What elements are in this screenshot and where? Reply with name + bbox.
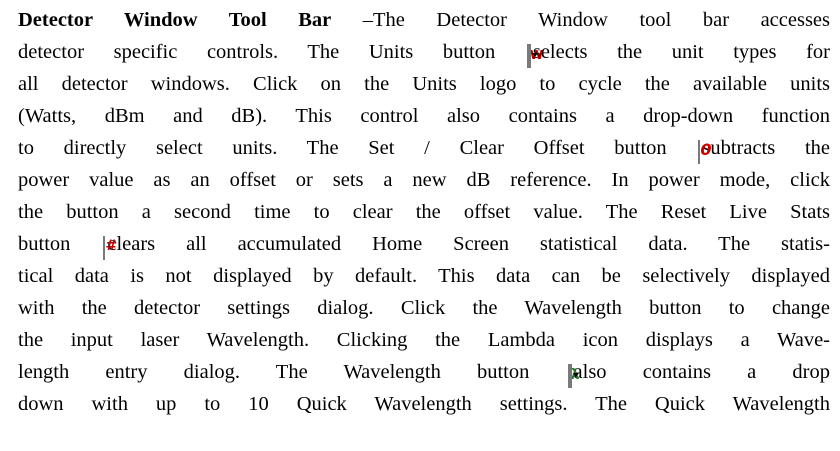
text-line-5-part-b: subtracts the [702, 137, 830, 159]
wavelength-dropdown-arrow-icon [569, 364, 572, 388]
text-line-3: all detector windows. Click on the Units… [18, 70, 830, 98]
units-dropdown-arrow-icon [528, 44, 531, 68]
section-title: Detector Window Tool Bar [18, 9, 332, 31]
text-line-1-content: –The Detector Window tool bar accesses [331, 9, 831, 31]
text-line-5: to directly select units. The Set / Clea… [18, 134, 830, 164]
text-line-4-content: (Watts, dBm and dB). This control also c… [18, 105, 830, 127]
text-line-7: the button a second time to clear the of… [18, 198, 830, 226]
text-line-3-content: all detector windows. Click on the Units… [18, 73, 830, 95]
text-line-11: the input laser Wavelength. Clicking the… [18, 326, 830, 354]
text-line-2: detector specific controls. The Units bu… [18, 38, 830, 68]
text-line-13: down with up to 10 Quick Wavelength sett… [18, 390, 830, 418]
text-line-9: tical data is not displayed by default. … [18, 262, 830, 290]
text-line-8: button # clears all accumulated Home Scr… [18, 230, 830, 260]
text-line-6-content: power value as an offset or sets a new d… [18, 169, 830, 191]
text-line-10: with the detector settings dialog. Click… [18, 294, 830, 322]
text-line-9-content: tical data is not displayed by default. … [18, 265, 830, 287]
text-line-10-content: with the detector settings dialog. Click… [18, 297, 830, 319]
text-line-4: (Watts, dBm and dB). This control also c… [18, 102, 830, 130]
text-line-7-content: the button a second time to clear the of… [18, 201, 830, 223]
text-line-8-part-a: button [18, 233, 102, 255]
text-line-13-content: down with up to 10 Quick Wavelength sett… [18, 393, 830, 415]
text-line-12: length entry dialog. The Wavelength butt… [18, 358, 830, 388]
text-line-11-content: the input laser Wavelength. Clicking the… [18, 329, 830, 351]
text-line-8-part-b: clears all accumulated Home Screen stati… [107, 233, 830, 255]
text-line-2-part-b: selects the unit types for [532, 41, 830, 63]
text-line-5-part-a: to directly select units. The Set / Clea… [18, 137, 697, 159]
reset-live-stats-icon: # [103, 236, 117, 260]
text-line-12-part-b: also contains a drop [573, 361, 830, 383]
set-clear-offset-icon: 0 [698, 140, 712, 164]
text-line-1: Detector Window Tool Bar –The Detector W… [18, 6, 830, 34]
text-line-12-part-a: length entry dialog. The Wavelength butt… [18, 361, 566, 383]
document-page: Detector Window Tool Bar –The Detector W… [0, 0, 840, 451]
text-line-6: power value as an offset or sets a new d… [18, 166, 830, 194]
text-line-2-part-a: detector specific controls. The Units bu… [18, 41, 525, 63]
